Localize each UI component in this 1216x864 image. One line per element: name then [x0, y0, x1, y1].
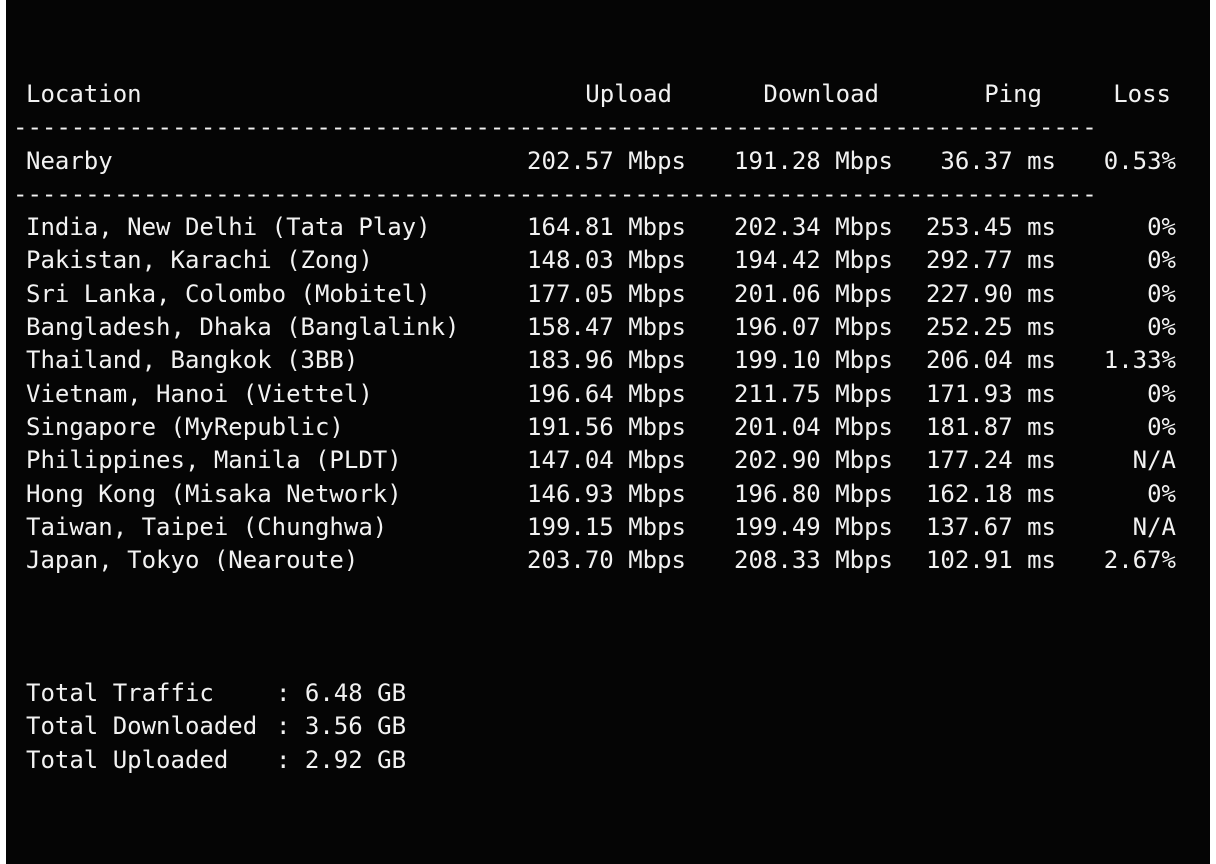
total-value: 3.56 GB [304, 712, 407, 741]
row-loss: N/A [1132, 446, 1176, 475]
row-download: 199.10 Mbps [734, 346, 893, 375]
header-loss: Loss [1113, 80, 1171, 108]
row-upload: 158.47 Mbps [527, 313, 686, 342]
row-ping: 137.67 ms [925, 512, 1056, 541]
table-row: Thailand, Bangkok (3BB) 183.96 Mbps 199.10… [26, 344, 1186, 377]
row-location: Vietnam, Hanoi (Viettel) [26, 379, 373, 408]
row-upload: 147.04 Mbps [527, 446, 686, 475]
row-ping: 253.45 ms [925, 213, 1056, 242]
row-location: Hong Kong (Misaka Network) [26, 479, 402, 508]
table-row: Taiwan, Taipei (Chunghwa) 199.15 Mbps 199.… [26, 511, 1186, 544]
row-location: Pakistan, Karachi (Zong) [26, 246, 373, 275]
row-loss: 0% [1147, 412, 1176, 441]
row-download: 199.49 Mbps [734, 512, 893, 541]
row-location: Sri Lanka, Colombo (Mobitel) [26, 279, 431, 308]
nearby-row: Nearby 202.57 Mbps 191.28 Mbps 36.37 ms … [26, 145, 1186, 178]
row-ping: 206.04 ms [925, 346, 1056, 375]
row-loss: N/A [1132, 512, 1176, 541]
row-ping: 177.24 ms [925, 446, 1056, 475]
row-loss: 0% [1147, 213, 1176, 242]
header-upload: Upload [585, 80, 672, 108]
row-ping: 227.90 ms [925, 279, 1056, 308]
nearby-loss: 0.53% [1103, 146, 1176, 175]
traffic-totals: Total Traffic: 6.48 GB Total Downloaded: … [26, 677, 406, 777]
row-download: 194.42 Mbps [734, 246, 893, 275]
total-label: Total Downloaded [26, 712, 258, 741]
row-location: Thailand, Bangkok (3BB) [26, 346, 359, 375]
row-upload: 203.70 Mbps [527, 546, 686, 575]
row-location: Philippines, Manila (PLDT) [26, 446, 402, 475]
total-colon: : [276, 712, 291, 741]
total-value: 2.92 GB [304, 745, 407, 774]
total-colon: : [276, 745, 291, 774]
table-row: Japan, Tokyo (Nearoute) 203.70 Mbps 208.33… [26, 544, 1186, 577]
row-loss: 2.67% [1103, 546, 1176, 575]
table-header-row: Location Upload Download Ping Loss [26, 78, 1186, 111]
table-row: Sri Lanka, Colombo (Mobitel) 177.05 Mbps 2… [26, 278, 1186, 311]
table-row: India, New Delhi (Tata Play) 164.81 Mbps 2… [26, 211, 1186, 244]
table-row: Pakistan, Karachi (Zong) 148.03 Mbps 194.4… [26, 244, 1186, 277]
nearby-download: 191.28 Mbps [734, 146, 893, 175]
row-download: 211.75 Mbps [734, 379, 893, 408]
row-upload: 183.96 Mbps [527, 346, 686, 375]
row-loss: 0% [1147, 379, 1176, 408]
row-loss: 1.33% [1103, 346, 1176, 375]
row-ping: 292.77 ms [925, 246, 1056, 275]
row-ping: 252.25 ms [925, 313, 1056, 342]
total-value: 6.48 GB [304, 679, 407, 707]
row-download: 201.06 Mbps [734, 279, 893, 308]
row-loss: 0% [1147, 479, 1176, 508]
header-download: Download [763, 80, 879, 108]
row-download: 202.34 Mbps [734, 213, 893, 242]
total-row: Total Uploaded: 2.92 GB [26, 744, 406, 777]
separator-line: ----------------------------------------… [13, 179, 1097, 208]
row-download: 196.80 Mbps [734, 479, 893, 508]
total-label: Total Uploaded [26, 745, 229, 774]
row-loss: 0% [1147, 279, 1176, 308]
row-upload: 196.64 Mbps [527, 379, 686, 408]
total-row: Total Downloaded: 3.56 GB [26, 710, 406, 743]
table-row: Singapore (MyRepublic) 191.56 Mbps 201.04 … [26, 411, 1186, 444]
row-upload: 191.56 Mbps [527, 412, 686, 441]
table-row: Vietnam, Hanoi (Viettel) 196.64 Mbps 211.7… [26, 378, 1186, 411]
row-location: Japan, Tokyo (Nearoute) [26, 546, 359, 575]
row-upload: 148.03 Mbps [527, 246, 686, 275]
row-location: India, New Delhi (Tata Play) [26, 213, 431, 242]
table-row: Philippines, Manila (PLDT) 147.04 Mbps 202… [26, 444, 1186, 477]
row-location: Singapore (MyRepublic) [26, 412, 344, 441]
row-loss: 0% [1147, 313, 1176, 342]
row-upload: 146.93 Mbps [527, 479, 686, 508]
row-ping: 102.91 ms [925, 546, 1056, 575]
row-upload: 199.15 Mbps [527, 512, 686, 541]
row-download: 202.90 Mbps [734, 446, 893, 475]
row-ping: 181.87 ms [925, 412, 1056, 441]
nearby-location: Nearby [26, 146, 113, 175]
header-location: Location [26, 80, 142, 108]
nearby-ping: 36.37 ms [940, 146, 1056, 175]
row-ping: 162.18 ms [925, 479, 1056, 508]
row-upload: 177.05 Mbps [527, 279, 686, 308]
total-label: Total Traffic [26, 679, 214, 707]
row-download: 196.07 Mbps [734, 313, 893, 342]
table-row: Hong Kong (Misaka Network) 146.93 Mbps 196… [26, 478, 1186, 511]
row-download: 208.33 Mbps [734, 546, 893, 575]
row-ping: 171.93 ms [925, 379, 1056, 408]
table-row: Bangladesh, Dhaka (Banglalink) 158.47 Mbp… [26, 311, 1186, 344]
header-ping: Ping [984, 80, 1042, 108]
row-location: Bangladesh, Dhaka (Banglalink) [26, 313, 460, 342]
total-colon: : [276, 679, 291, 707]
nearby-upload: 202.57 Mbps [527, 146, 686, 175]
total-row: Total Traffic: 6.48 GB [26, 677, 406, 710]
terminal-window: Location Upload Download Ping Loss -----… [6, 0, 1210, 864]
row-location: Taiwan, Taipei (Chunghwa) [26, 512, 388, 541]
speedtest-table: Location Upload Download Ping Loss -----… [13, 78, 1186, 577]
row-download: 201.04 Mbps [734, 412, 893, 441]
row-upload: 164.81 Mbps [527, 213, 686, 242]
server-rows: India, New Delhi (Tata Play) 164.81 Mbps 2… [26, 211, 1186, 577]
row-loss: 0% [1147, 246, 1176, 275]
separator-line: ----------------------------------------… [13, 113, 1097, 142]
